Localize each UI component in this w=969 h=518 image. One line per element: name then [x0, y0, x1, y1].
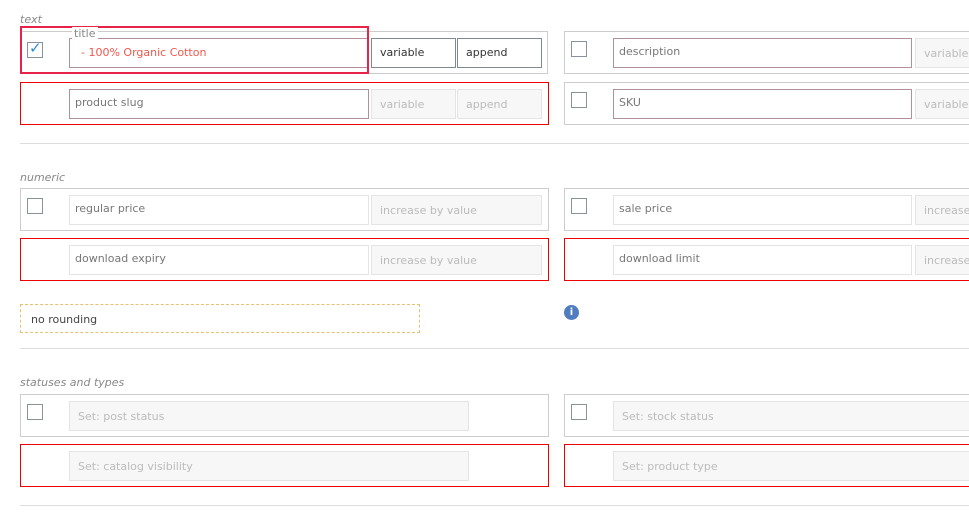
- title-mode-select[interactable]: variable: [371, 38, 456, 68]
- regular-price-row: regular price increase by value: [20, 188, 549, 231]
- slug-input[interactable]: product slug: [69, 89, 369, 119]
- sku-row: SKU variable: [564, 82, 969, 125]
- section-label-text: text: [20, 13, 42, 26]
- sale-price-input[interactable]: sale price: [613, 195, 912, 225]
- description-row: description variable: [564, 31, 969, 74]
- post-status-row: Set: post status: [20, 394, 549, 437]
- catalog-visibility-row: Set: catalog visibility: [20, 444, 549, 487]
- slug-mode-select[interactable]: variable: [371, 89, 456, 119]
- sale-price-action-select[interactable]: increase: [915, 195, 969, 225]
- divider: [20, 143, 969, 144]
- stock-status-checkbox[interactable]: [571, 404, 587, 420]
- sku-mode-select[interactable]: variable: [915, 89, 969, 119]
- regular-price-action-select[interactable]: increase by value: [371, 195, 542, 225]
- section-label-statuses: statuses and types: [20, 376, 125, 389]
- post-status-checkbox[interactable]: [27, 404, 43, 420]
- divider: [20, 505, 969, 506]
- title-legend: title: [72, 27, 98, 40]
- sale-price-row: sale price increase: [564, 188, 969, 231]
- description-mode-select[interactable]: variable: [915, 38, 969, 68]
- download-expiry-action-select[interactable]: increase by value: [371, 245, 542, 275]
- slug-action-select[interactable]: append: [457, 89, 542, 119]
- title-action-select[interactable]: append: [457, 38, 542, 68]
- download-limit-row: download limit increase: [564, 238, 969, 281]
- product-type-row: Set: product type: [564, 444, 969, 487]
- sale-price-checkbox[interactable]: [571, 198, 587, 214]
- stock-status-select[interactable]: Set: stock status: [613, 401, 969, 431]
- regular-price-input[interactable]: regular price: [69, 195, 369, 225]
- rounding-select[interactable]: no rounding: [20, 304, 420, 333]
- sku-input[interactable]: SKU: [613, 89, 912, 119]
- download-expiry-input[interactable]: download expiry: [69, 245, 369, 275]
- divider: [20, 348, 969, 349]
- sku-checkbox[interactable]: [571, 92, 587, 108]
- regular-price-checkbox[interactable]: [27, 198, 43, 214]
- download-expiry-row: download expiry increase by value: [20, 238, 549, 281]
- description-input[interactable]: description: [613, 38, 912, 68]
- description-checkbox[interactable]: [571, 41, 587, 57]
- catalog-visibility-select[interactable]: Set: catalog visibility: [69, 451, 469, 481]
- stock-status-row: Set: stock status: [564, 394, 969, 437]
- download-limit-action-select[interactable]: increase: [915, 245, 969, 275]
- slug-row: product slug variable append: [20, 82, 549, 125]
- section-label-numeric: numeric: [20, 171, 66, 184]
- post-status-select[interactable]: Set: post status: [69, 401, 469, 431]
- product-type-select[interactable]: Set: product type: [613, 451, 969, 481]
- download-limit-input[interactable]: download limit: [613, 245, 912, 275]
- info-icon[interactable]: i: [564, 305, 579, 320]
